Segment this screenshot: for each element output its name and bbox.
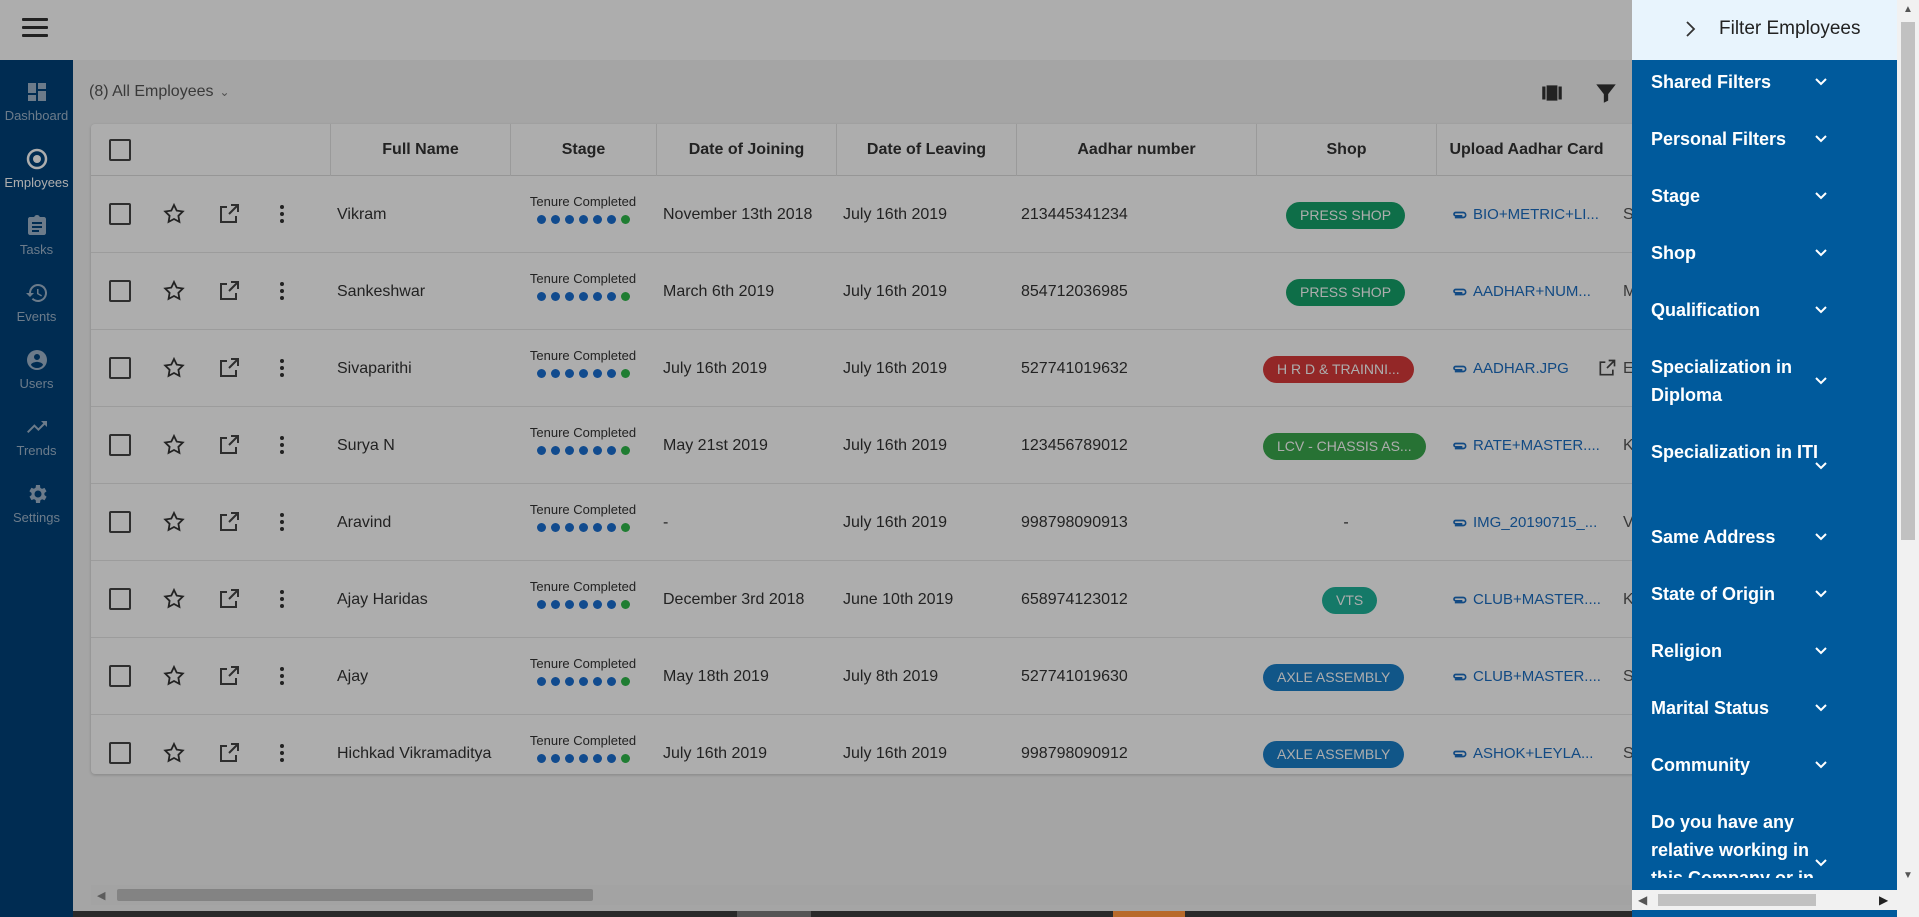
filter-personal-filters[interactable]: Personal Filters xyxy=(1632,125,1897,153)
modal-backdrop[interactable] xyxy=(0,0,1632,917)
filter-label: Stage xyxy=(1651,186,1701,206)
chevron-down-icon xyxy=(1815,377,1827,385)
filter-label: Do you have any relative working in this… xyxy=(1651,812,1815,878)
filter-shared-filters[interactable]: Shared Filters xyxy=(1632,68,1897,96)
filter-label: Same Address xyxy=(1651,527,1776,547)
chevron-down-icon xyxy=(1815,78,1827,86)
chevron-down-icon xyxy=(1815,761,1827,769)
filter-label: State of Origin xyxy=(1651,584,1776,604)
filter-label: Shared Filters xyxy=(1651,72,1772,92)
chevron-down-icon xyxy=(1815,249,1827,257)
chevron-down-icon xyxy=(1815,590,1827,598)
filter-label: Qualification xyxy=(1651,300,1761,320)
scrollbar-thumb[interactable] xyxy=(1658,894,1816,906)
drawer-horizontal-scrollbar[interactable]: ◀ ▶ xyxy=(1632,890,1897,910)
chevron-down-icon xyxy=(1815,704,1827,712)
filter-label: Personal Filters xyxy=(1651,129,1787,149)
scroll-right-arrow-icon[interactable]: ▶ xyxy=(1879,893,1888,907)
filter-drawer-title: Filter Employees xyxy=(1719,18,1861,39)
filter-same-address[interactable]: Same Address xyxy=(1632,523,1897,551)
filter-qualification[interactable]: Qualification xyxy=(1632,296,1897,324)
scroll-left-arrow-icon[interactable]: ◀ xyxy=(1638,893,1647,907)
filter-marital-status[interactable]: Marital Status xyxy=(1632,694,1897,722)
filter-religion[interactable]: Religion xyxy=(1632,637,1897,665)
filter-shop[interactable]: Shop xyxy=(1632,239,1897,267)
filter-drawer-header[interactable]: Filter Employees xyxy=(1632,0,1897,60)
chevron-down-icon xyxy=(1815,647,1827,655)
filter-drawer: Filter Employees Shared Filters Personal … xyxy=(1632,0,1897,917)
chevron-right-icon[interactable] xyxy=(1682,18,1700,40)
filter-do-you-have-any-relative-working-in-this[interactable]: Do you have any relative working in this… xyxy=(1632,808,1897,878)
scrollbar-thumb[interactable] xyxy=(1901,22,1915,540)
drawer-vertical-scrollbar[interactable]: ▲ ▼ xyxy=(1897,0,1919,917)
filter-label: Specialization in ITI xyxy=(1651,442,1819,462)
chevron-down-icon xyxy=(1815,859,1827,867)
filter-stage[interactable]: Stage xyxy=(1632,182,1897,210)
filter-label: Shop xyxy=(1651,243,1696,263)
chevron-down-icon xyxy=(1815,192,1827,200)
filter-label: Community xyxy=(1651,755,1750,775)
filter-specialization-in-diploma[interactable]: Specialization in Diploma xyxy=(1632,353,1897,409)
filter-label: Religion xyxy=(1651,641,1722,661)
chevron-down-icon xyxy=(1815,306,1827,314)
chevron-down-icon xyxy=(1815,462,1827,470)
scroll-up-arrow-icon[interactable]: ▲ xyxy=(1903,4,1913,15)
filter-community[interactable]: Community xyxy=(1632,751,1897,779)
filter-label: Marital Status xyxy=(1651,698,1770,718)
chevron-down-icon xyxy=(1815,533,1827,541)
scroll-down-arrow-icon[interactable]: ▼ xyxy=(1903,870,1913,881)
filter-specialization-in-iti[interactable]: Specialization in ITI xyxy=(1632,438,1897,494)
filter-state-of-origin[interactable]: State of Origin xyxy=(1632,580,1897,608)
bottom-strip xyxy=(73,911,1632,917)
chevron-down-icon xyxy=(1815,135,1827,143)
filter-label: Specialization in Diploma xyxy=(1651,357,1793,405)
